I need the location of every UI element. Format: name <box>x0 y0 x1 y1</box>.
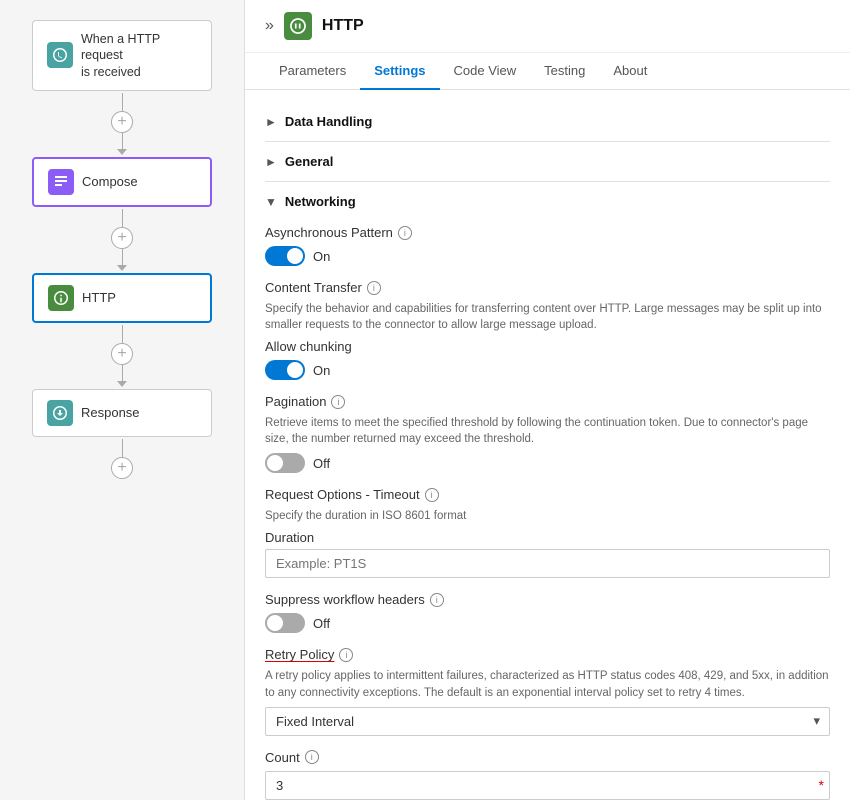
pagination-field: Pagination i Retrieve items to meet the … <box>265 394 830 473</box>
add-button-2[interactable]: + <box>111 227 133 249</box>
count-required-star: * <box>819 777 824 793</box>
pagination-toggle-row: Off <box>265 453 830 473</box>
count-input[interactable] <box>265 771 830 800</box>
request-timeout-description: Specify the duration in ISO 8601 format <box>265 508 830 524</box>
async-pattern-info-icon[interactable]: i <box>398 226 412 240</box>
duration-sub-label: Duration <box>265 530 830 545</box>
chevron-data-handling: ► <box>265 115 277 129</box>
retry-policy-select[interactable]: Fixed Interval None Default Exponential … <box>265 707 830 736</box>
left-panel: When a HTTP requestis received + Compose… <box>0 0 245 800</box>
suppress-headers-toggle-row: Off <box>265 613 830 633</box>
expand-icon[interactable]: » <box>265 17 274 35</box>
add-button-3[interactable]: + <box>111 343 133 365</box>
pagination-toggle-label: Off <box>313 456 330 471</box>
section-networking-label: Networking <box>285 194 356 209</box>
content-transfer-toggle[interactable] <box>265 360 305 380</box>
connector-3: + <box>111 325 133 387</box>
request-timeout-label: Request Options - Timeout i <box>265 487 830 502</box>
section-data-handling-label: Data Handling <box>285 114 372 129</box>
pagination-description: Retrieve items to meet the specified thr… <box>265 415 830 447</box>
suppress-headers-toggle[interactable] <box>265 613 305 633</box>
content-transfer-toggle-label: On <box>313 363 330 378</box>
suppress-headers-info-icon[interactable]: i <box>430 593 444 607</box>
duration-input[interactable] <box>265 549 830 578</box>
compose-node-label: Compose <box>82 174 138 189</box>
tab-about[interactable]: About <box>599 53 661 90</box>
async-pattern-label: Asynchronous Pattern i <box>265 225 830 240</box>
panel-header: » HTTP <box>245 0 850 53</box>
tab-testing[interactable]: Testing <box>530 53 599 90</box>
networking-content: Asynchronous Pattern i On Content Transf… <box>265 217 830 800</box>
compose-node[interactable]: Compose <box>32 157 212 207</box>
panel-title: HTTP <box>322 17 364 35</box>
suppress-headers-toggle-label: Off <box>313 616 330 631</box>
request-timeout-field: Request Options - Timeout i Specify the … <box>265 487 830 578</box>
tab-codeview[interactable]: Code View <box>440 53 531 90</box>
async-pattern-toggle-row: On <box>265 246 830 266</box>
allow-chunking-label: Allow chunking <box>265 339 830 354</box>
tab-settings[interactable]: Settings <box>360 53 439 90</box>
suppress-headers-field: Suppress workflow headers i Off <box>265 592 830 633</box>
compose-node-icon <box>48 169 74 195</box>
chevron-general: ► <box>265 155 277 169</box>
retry-policy-info-icon[interactable]: i <box>339 648 353 662</box>
add-button-4[interactable]: + <box>111 457 133 479</box>
retry-policy-label: Retry Policy i <box>265 647 830 662</box>
pagination-info-icon[interactable]: i <box>331 395 345 409</box>
retry-policy-description: A retry policy applies to intermittent f… <box>265 668 830 700</box>
panel-header-icon <box>284 12 312 40</box>
section-networking[interactable]: ▼ Networking <box>265 186 830 217</box>
add-button-1[interactable]: + <box>111 111 133 133</box>
panel-content: ► Data Handling ► General ▼ Networking A… <box>245 90 850 800</box>
http-node-icon <box>48 285 74 311</box>
section-data-handling[interactable]: ► Data Handling <box>265 106 830 137</box>
content-transfer-info-icon[interactable]: i <box>367 281 381 295</box>
content-transfer-label: Content Transfer i <box>265 280 830 295</box>
tab-parameters[interactable]: Parameters <box>265 53 360 90</box>
content-transfer-field: Content Transfer i Specify the behavior … <box>265 280 830 380</box>
response-node-icon <box>47 400 73 426</box>
trigger-node[interactable]: When a HTTP requestis received <box>32 20 212 91</box>
http-node[interactable]: HTTP <box>32 273 212 323</box>
right-panel: » HTTP Parameters Settings Code View Tes… <box>245 0 850 800</box>
trigger-node-icon <box>47 42 73 68</box>
content-transfer-description: Specify the behavior and capabilities fo… <box>265 301 830 333</box>
connector-2: + <box>111 209 133 271</box>
count-input-wrapper: * <box>265 771 830 800</box>
retry-policy-label-text: Retry Policy <box>265 647 334 662</box>
suppress-headers-label: Suppress workflow headers i <box>265 592 830 607</box>
content-transfer-toggle-row: On <box>265 360 830 380</box>
count-field: Count i * <box>265 750 830 800</box>
http-node-label: HTTP <box>82 290 116 305</box>
async-pattern-field: Asynchronous Pattern i On <box>265 225 830 266</box>
pagination-toggle[interactable] <box>265 453 305 473</box>
count-label: Count i <box>265 750 830 765</box>
retry-policy-select-wrapper: Fixed Interval None Default Exponential … <box>265 707 830 736</box>
section-general-label: General <box>285 154 333 169</box>
pagination-label: Pagination i <box>265 394 830 409</box>
response-node-label: Response <box>81 405 140 420</box>
tabs-bar: Parameters Settings Code View Testing Ab… <box>245 53 850 90</box>
section-general[interactable]: ► General <box>265 146 830 177</box>
connector-1: + <box>111 93 133 155</box>
count-info-icon[interactable]: i <box>305 750 319 764</box>
async-pattern-toggle[interactable] <box>265 246 305 266</box>
request-timeout-info-icon[interactable]: i <box>425 488 439 502</box>
chevron-networking: ▼ <box>265 195 277 209</box>
connector-4: + <box>111 439 133 479</box>
trigger-node-label: When a HTTP requestis received <box>81 31 197 80</box>
response-node[interactable]: Response <box>32 389 212 437</box>
retry-policy-field: Retry Policy i A retry policy applies to… <box>265 647 830 735</box>
async-pattern-toggle-label: On <box>313 249 330 264</box>
